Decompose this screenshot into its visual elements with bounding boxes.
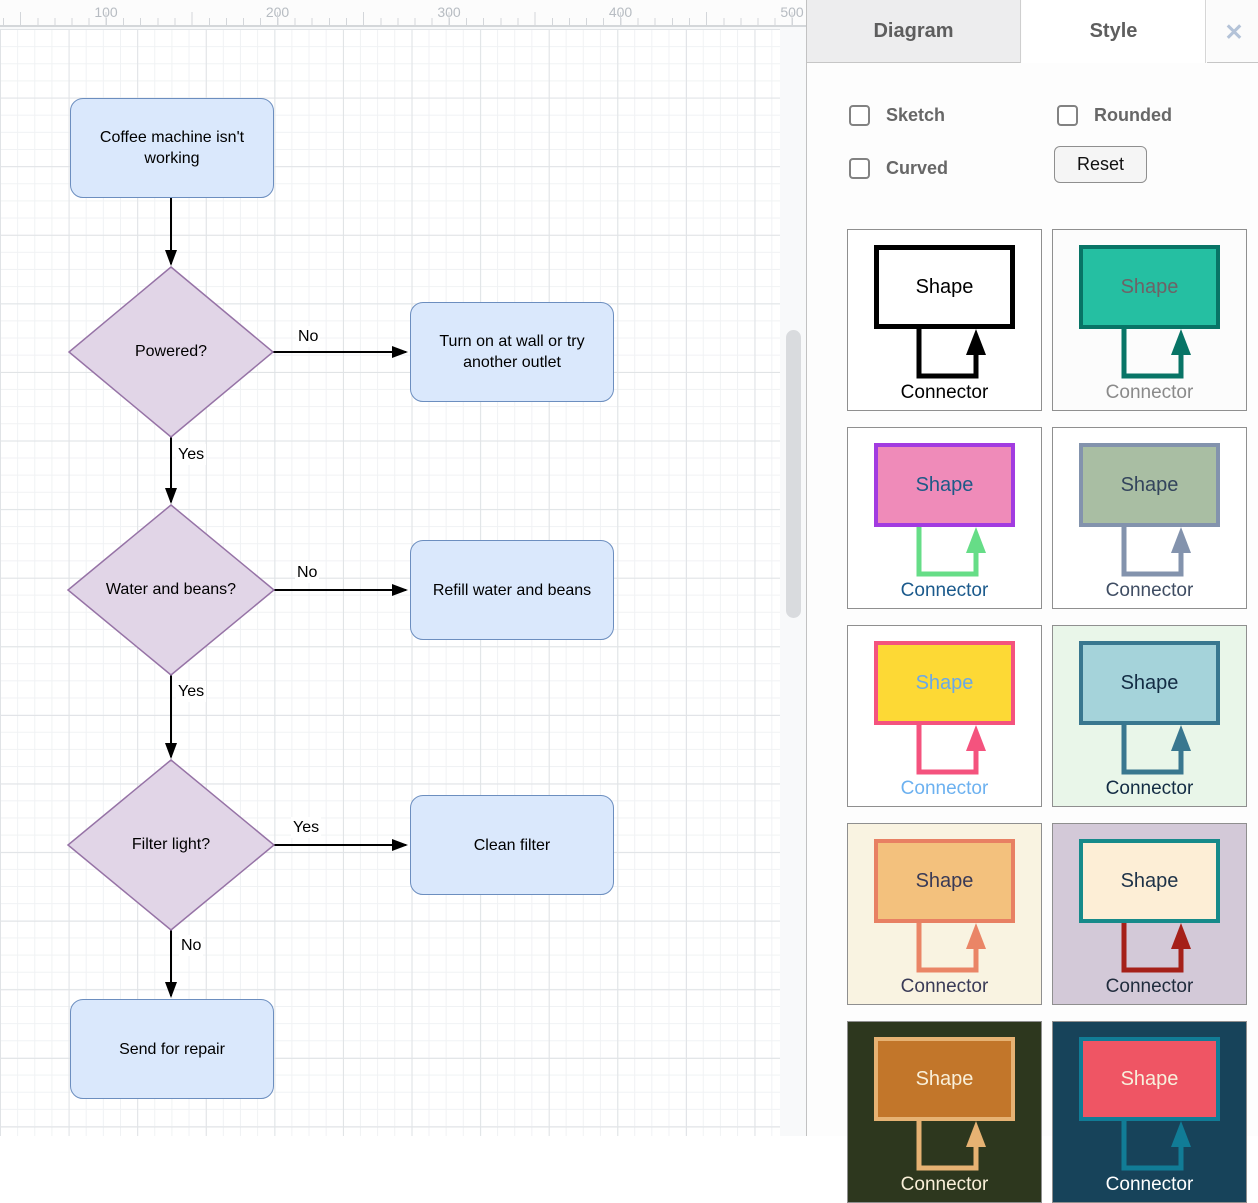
- drawing-canvas[interactable]: Coffee machine isn't working Turn on at …: [0, 29, 780, 1136]
- node-clean-filter[interactable]: Clean filter: [410, 795, 614, 895]
- preset-connector-label: Connector: [901, 778, 989, 800]
- node-coffee-machine[interactable]: Coffee machine isn't working: [70, 98, 274, 198]
- style-preset-default[interactable]: Shape Connector: [847, 229, 1042, 411]
- style-preset-yellow[interactable]: Shape Connector: [847, 625, 1042, 807]
- style-preset-dark-olive[interactable]: Shape Connector: [847, 1021, 1042, 1203]
- preset-connector-arrow: [1090, 329, 1210, 381]
- preset-connector-arrow: [1090, 1121, 1210, 1173]
- preset-connector-label: Connector: [1106, 1174, 1194, 1196]
- rounded-label: Rounded: [1094, 105, 1172, 126]
- horizontal-ruler: 100 200 300 400 500: [0, 0, 806, 27]
- preset-connector-arrow: [885, 1121, 1005, 1173]
- preset-connector-label: Connector: [901, 382, 989, 404]
- style-preset-sage[interactable]: Shape Connector: [1052, 427, 1247, 609]
- style-preset-dark-teal[interactable]: Shape Connector: [1052, 1021, 1247, 1203]
- preset-shape: Shape: [874, 443, 1015, 527]
- rounded-checkbox[interactable]: [1057, 105, 1078, 126]
- style-preset-teal[interactable]: Shape Connector: [1052, 229, 1247, 411]
- preset-shape: Shape: [1079, 245, 1220, 329]
- decision-powered-label[interactable]: Powered?: [71, 325, 271, 379]
- preset-connector-label: Connector: [901, 976, 989, 998]
- preset-connector-label: Connector: [901, 580, 989, 602]
- preset-shape: Shape: [874, 1037, 1015, 1121]
- edge-label-no[interactable]: No: [295, 562, 319, 583]
- preset-connector-arrow: [1090, 527, 1210, 579]
- edge-label-yes[interactable]: Yes: [176, 681, 206, 702]
- edge-label-no[interactable]: No: [296, 326, 320, 347]
- decision-filter-light-label[interactable]: Filter light?: [71, 818, 271, 872]
- preset-connector-label: Connector: [1106, 778, 1194, 800]
- curved-checkbox[interactable]: [849, 158, 870, 179]
- vertical-scrollbar[interactable]: [786, 330, 801, 618]
- preset-shape: Shape: [874, 641, 1015, 725]
- preset-connector-label: Connector: [1106, 976, 1194, 998]
- decision-water-beans-label[interactable]: Water and beans?: [71, 563, 271, 617]
- style-preset-pink[interactable]: Shape Connector: [847, 427, 1042, 609]
- format-panel: Diagram Style ✕ Sketch Rounded Curved Re…: [806, 0, 1258, 1136]
- preset-connector-arrow: [885, 725, 1005, 777]
- preset-shape: Shape: [874, 245, 1015, 329]
- tab-diagram[interactable]: Diagram: [807, 0, 1021, 63]
- node-turn-on-at-wall[interactable]: Turn on at wall or try another outlet: [410, 302, 614, 402]
- reset-button[interactable]: Reset: [1054, 146, 1147, 183]
- style-preset-lavender[interactable]: Shape Connector: [1052, 823, 1247, 1005]
- preset-shape: Shape: [1079, 1037, 1220, 1121]
- ruler-mark: 400: [609, 4, 632, 20]
- preset-connector-label: Connector: [901, 1174, 989, 1196]
- close-icon[interactable]: ✕: [1219, 17, 1249, 47]
- ruler-mark: 200: [266, 4, 289, 20]
- canvas-area: 100 200 300 400 500: [0, 0, 806, 1136]
- ruler-mark: 100: [94, 4, 117, 20]
- node-send-for-repair[interactable]: Send for repair: [70, 999, 274, 1099]
- edge-label-no[interactable]: No: [179, 935, 203, 956]
- edge-label-yes[interactable]: Yes: [291, 817, 321, 838]
- preset-shape: Shape: [1079, 641, 1220, 725]
- preset-connector-label: Connector: [1106, 382, 1194, 404]
- ruler-mark: 500: [780, 4, 803, 20]
- curved-label: Curved: [886, 158, 948, 179]
- edge-label-yes[interactable]: Yes: [176, 444, 206, 465]
- node-refill-water-beans[interactable]: Refill water and beans: [410, 540, 614, 640]
- ruler-mark: 300: [437, 4, 460, 20]
- preset-shape: Shape: [874, 839, 1015, 923]
- style-preset-tan[interactable]: Shape Connector: [847, 823, 1042, 1005]
- style-preset-lightblue[interactable]: Shape Connector: [1052, 625, 1247, 807]
- tab-style[interactable]: Style: [1022, 0, 1206, 63]
- sketch-checkbox[interactable]: [849, 105, 870, 126]
- format-panel-tabs: Diagram Style ✕: [807, 0, 1258, 63]
- preset-connector-arrow: [1090, 725, 1210, 777]
- preset-connector-arrow: [885, 329, 1005, 381]
- preset-connector-label: Connector: [1106, 580, 1194, 602]
- preset-connector-arrow: [1090, 923, 1210, 975]
- style-preset-grid: Shape Connector Shape Connector Shape Co…: [847, 229, 1247, 1203]
- preset-shape: Shape: [1079, 443, 1220, 527]
- preset-connector-arrow: [885, 923, 1005, 975]
- preset-connector-arrow: [885, 527, 1005, 579]
- preset-shape: Shape: [1079, 839, 1220, 923]
- sketch-label: Sketch: [886, 105, 945, 126]
